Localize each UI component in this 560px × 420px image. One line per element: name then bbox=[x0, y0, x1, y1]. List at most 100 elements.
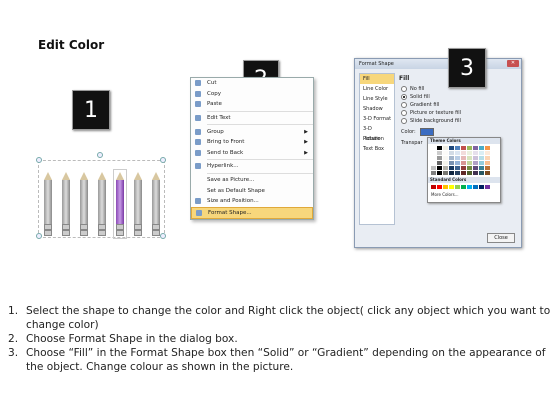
menu-item-save-as-picture[interactable]: Save as Picture... bbox=[191, 175, 313, 186]
color-swatch[interactable] bbox=[437, 161, 442, 165]
color-swatch[interactable] bbox=[455, 146, 460, 150]
color-swatch[interactable] bbox=[479, 171, 484, 175]
color-swatch[interactable] bbox=[431, 166, 436, 170]
color-swatch[interactable] bbox=[437, 151, 442, 155]
color-swatch[interactable] bbox=[473, 161, 478, 165]
menu-item-hyperlink[interactable]: Hyperlink... bbox=[191, 161, 313, 172]
color-swatch[interactable] bbox=[479, 185, 484, 189]
selection-handle[interactable] bbox=[160, 157, 166, 163]
color-swatch[interactable] bbox=[467, 146, 472, 150]
menu-item-bring-to-front[interactable]: Bring to Front ▶ bbox=[191, 137, 313, 148]
sidebar-item-fill[interactable]: Fill bbox=[360, 74, 394, 84]
selection-handle[interactable] bbox=[160, 233, 166, 239]
pencil-shape[interactable] bbox=[44, 172, 52, 236]
close-icon[interactable]: ✕ bbox=[507, 60, 519, 67]
menu-item-edit-text[interactable]: Edit Text bbox=[191, 113, 313, 124]
color-swatch[interactable] bbox=[479, 146, 484, 150]
color-swatch[interactable] bbox=[473, 171, 478, 175]
color-swatch[interactable] bbox=[455, 161, 460, 165]
radio-gradient-fill[interactable]: Gradient fill bbox=[401, 101, 515, 109]
color-swatch[interactable] bbox=[467, 185, 472, 189]
color-swatch[interactable] bbox=[449, 146, 454, 150]
color-swatch[interactable] bbox=[473, 151, 478, 155]
color-swatch[interactable] bbox=[485, 161, 490, 165]
color-swatch[interactable] bbox=[485, 166, 490, 170]
color-swatch[interactable] bbox=[455, 171, 460, 175]
color-swatch[interactable] bbox=[479, 156, 484, 160]
color-swatch[interactable] bbox=[473, 156, 478, 160]
color-swatch[interactable] bbox=[461, 166, 466, 170]
color-swatch[interactable] bbox=[443, 185, 448, 189]
color-swatch[interactable] bbox=[473, 146, 478, 150]
pencil-shape[interactable] bbox=[80, 172, 88, 236]
radio-solid-fill[interactable]: Solid fill bbox=[401, 93, 515, 101]
color-swatch[interactable] bbox=[455, 166, 460, 170]
pencil-shape[interactable] bbox=[134, 172, 142, 236]
color-swatch[interactable] bbox=[443, 171, 448, 175]
pencil-shape[interactable] bbox=[98, 172, 106, 236]
more-colors-link[interactable]: More Colors... bbox=[428, 192, 500, 197]
color-swatch[interactable] bbox=[479, 166, 484, 170]
color-swatch[interactable] bbox=[467, 156, 472, 160]
color-swatch[interactable] bbox=[485, 151, 490, 155]
color-swatch[interactable] bbox=[473, 185, 478, 189]
menu-item-format-shape[interactable]: Format Shape... bbox=[191, 206, 313, 220]
color-swatch[interactable] bbox=[485, 185, 490, 189]
sidebar-item-line-style[interactable]: Line Style bbox=[360, 94, 394, 104]
color-swatch[interactable] bbox=[437, 171, 442, 175]
menu-item-paste[interactable]: Paste bbox=[191, 99, 313, 110]
color-swatch[interactable] bbox=[461, 151, 466, 155]
sidebar-item-line-color[interactable]: Line Color bbox=[360, 84, 394, 94]
color-swatch[interactable] bbox=[431, 171, 436, 175]
menu-item-send-to-back[interactable]: Send to Back ▶ bbox=[191, 148, 313, 159]
selection-handle[interactable] bbox=[97, 152, 103, 158]
color-swatch[interactable] bbox=[461, 161, 466, 165]
menu-item-copy[interactable]: Copy bbox=[191, 89, 313, 100]
color-swatch[interactable] bbox=[431, 146, 436, 150]
sidebar-item-shadow[interactable]: Shadow bbox=[360, 104, 394, 114]
close-button[interactable]: Close bbox=[487, 233, 515, 243]
color-swatch[interactable] bbox=[431, 151, 436, 155]
color-swatch[interactable] bbox=[437, 185, 442, 189]
color-swatch[interactable] bbox=[443, 156, 448, 160]
color-swatch[interactable] bbox=[461, 156, 466, 160]
pencil-shape[interactable] bbox=[62, 172, 70, 236]
color-swatch[interactable] bbox=[467, 151, 472, 155]
selection-handle[interactable] bbox=[36, 233, 42, 239]
color-swatch[interactable] bbox=[431, 161, 436, 165]
color-swatch[interactable] bbox=[467, 171, 472, 175]
color-swatch[interactable] bbox=[467, 166, 472, 170]
sidebar-item-text-box[interactable]: Text Box bbox=[360, 144, 394, 154]
color-swatch[interactable] bbox=[431, 185, 436, 189]
color-swatch[interactable] bbox=[485, 156, 490, 160]
color-swatch[interactable] bbox=[479, 161, 484, 165]
color-swatch[interactable] bbox=[449, 156, 454, 160]
color-swatch[interactable] bbox=[443, 161, 448, 165]
color-swatch[interactable] bbox=[437, 156, 442, 160]
color-swatch[interactable] bbox=[461, 171, 466, 175]
radio-slide-background-fill[interactable]: Slide background fill bbox=[401, 117, 515, 125]
menu-item-set-as-default-shape[interactable]: Set as Default Shape bbox=[191, 185, 313, 196]
sidebar-item-3-d-format[interactable]: 3-D Format bbox=[360, 114, 394, 124]
color-swatch[interactable] bbox=[467, 161, 472, 165]
color-swatch[interactable] bbox=[461, 185, 466, 189]
color-swatch[interactable] bbox=[455, 151, 460, 155]
sidebar-item-picture[interactable]: Picture bbox=[360, 134, 394, 144]
color-swatch[interactable] bbox=[431, 156, 436, 160]
sidebar-item-3-d-rotation[interactable]: 3-D Rotation bbox=[360, 124, 394, 142]
color-swatch[interactable] bbox=[449, 161, 454, 165]
color-swatch[interactable] bbox=[443, 151, 448, 155]
color-swatch[interactable] bbox=[449, 171, 454, 175]
selected-pencil[interactable] bbox=[113, 169, 127, 239]
color-swatch[interactable] bbox=[449, 166, 454, 170]
color-swatch[interactable] bbox=[479, 151, 484, 155]
menu-item-size-and-position[interactable]: Size and Position... bbox=[191, 196, 313, 207]
color-swatch[interactable] bbox=[437, 146, 442, 150]
color-swatch[interactable] bbox=[437, 166, 442, 170]
menu-item-cut[interactable]: Cut bbox=[191, 78, 313, 89]
color-swatch[interactable] bbox=[449, 185, 454, 189]
color-swatch[interactable] bbox=[485, 171, 490, 175]
color-picker-button[interactable] bbox=[419, 127, 434, 136]
color-swatch[interactable] bbox=[473, 166, 478, 170]
menu-item-group[interactable]: Group ▶ bbox=[191, 126, 313, 137]
